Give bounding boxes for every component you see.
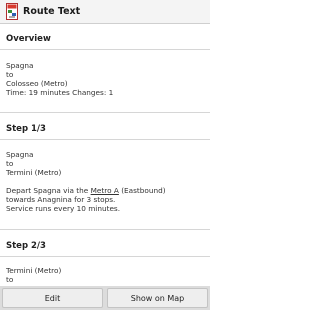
step-2-to-word: to [6,275,14,284]
overview-summary: Time: 19 minutes Changes: 1 [6,88,114,97]
step-1-depart-suffix: (Eastbound) [118,186,166,195]
step-1-towards: towards Anagnina for 3 stops. [6,195,116,204]
step-1-depart-line: Depart Spagna via the Metro A (Eastbound… [6,186,166,195]
overview-to-word: to [6,70,14,79]
step-2-from: Termini (Metro) [6,266,62,275]
route-text-list[interactable]: Overview Spagna to Colosseo (Metro) Time… [0,24,210,286]
step-1-to-word: to [6,159,14,168]
step-2-heading: Step 2/3 [6,241,46,251]
screen-title: Route Text [23,6,81,17]
edit-button[interactable]: Edit [2,288,103,308]
section-divider [0,112,210,113]
step-1-destination: Termini (Metro) [6,168,62,177]
step-2-divider [0,256,210,257]
route-text-screen: Route Text Overview Spagna to Colosseo (… [0,0,210,310]
step-1-heading: Step 1/3 [6,124,46,134]
overview-destination: Colosseo (Metro) [6,79,68,88]
overview-divider [0,49,210,50]
overview-from: Spagna [6,61,34,70]
metro-a-link[interactable]: Metro A [91,186,119,195]
route-map-icon[interactable] [6,3,18,20]
step-1-divider [0,139,210,140]
show-on-map-button[interactable]: Show on Map [107,288,208,308]
step-1-service: Service runs every 10 minutes. [6,204,121,213]
overview-heading: Overview [6,34,51,44]
bottom-button-bar: Edit Show on Map [0,286,210,310]
action-bar: Route Text [0,0,210,24]
step-1-depart-prefix: Depart Spagna via the [6,186,91,195]
step-1-from: Spagna [6,150,34,159]
section-divider [0,229,210,230]
